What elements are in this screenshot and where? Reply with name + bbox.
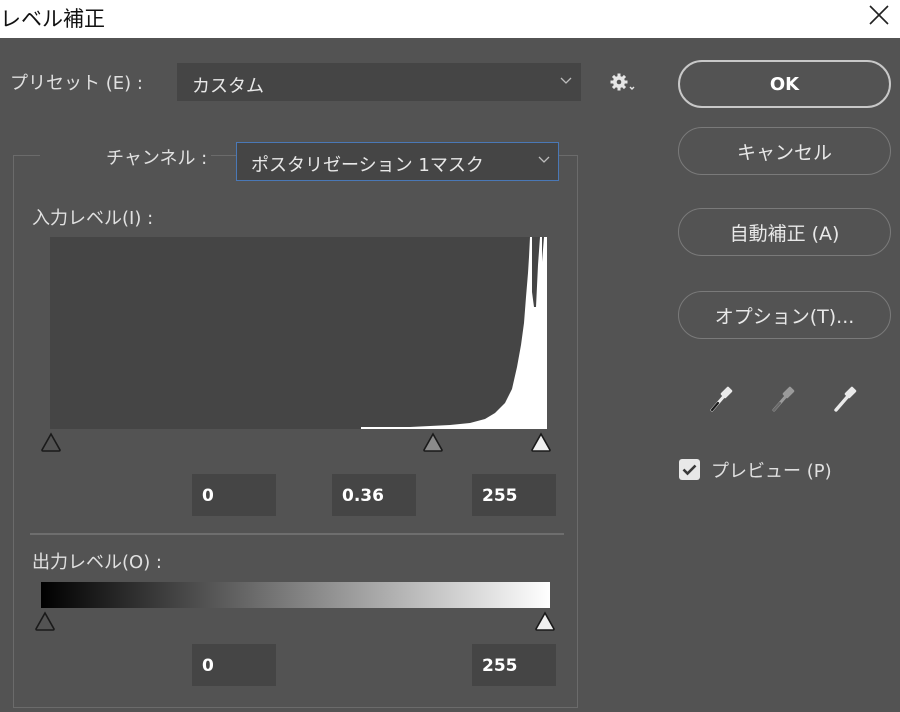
divider (30, 533, 564, 535)
input-gamma-field[interactable]: 0.36 (332, 474, 416, 516)
input-gamma-slider[interactable] (422, 432, 444, 453)
histogram (50, 237, 547, 429)
input-white-value: 255 (482, 486, 518, 506)
auto-button[interactable]: 自動補正 (A) (678, 208, 891, 256)
output-black-slider[interactable] (34, 611, 56, 632)
preset-label: プリセット (E) : (10, 73, 143, 94)
channel-value: ポスタリゼーション 1マスク (251, 155, 484, 176)
gear-icon[interactable] (609, 72, 637, 94)
title-bar: レベル補正 (0, 0, 900, 38)
output-levels-label: 出力レベル(O) : (32, 552, 162, 573)
chevron-down-icon (538, 156, 550, 163)
preview-label: プレビュー (P) (711, 461, 832, 482)
window-title: レベル補正 (0, 7, 105, 31)
chevron-down-icon (560, 77, 572, 84)
output-gradient (41, 582, 550, 608)
preset-value: カスタム (192, 76, 264, 97)
output-white-value: 255 (482, 656, 518, 676)
eyedropper-black-icon[interactable] (707, 381, 737, 415)
input-black-slider[interactable] (40, 432, 62, 453)
channel-select[interactable]: ポスタリゼーション 1マスク (236, 142, 559, 181)
ok-button[interactable]: OK (678, 60, 891, 108)
cancel-button[interactable]: キャンセル (678, 127, 891, 175)
eyedropper-gray-icon[interactable] (769, 381, 799, 415)
channel-label: チャンネル : (40, 144, 212, 170)
close-button[interactable] (864, 0, 894, 30)
input-black-value: 0 (202, 486, 214, 506)
eyedropper-white-icon[interactable] (831, 381, 861, 415)
checkmark-icon (682, 464, 697, 476)
output-white-field[interactable]: 255 (472, 644, 556, 686)
input-white-field[interactable]: 255 (472, 474, 556, 516)
preview-checkbox[interactable] (679, 459, 700, 480)
input-gamma-value: 0.36 (342, 486, 384, 506)
options-button[interactable]: オプション(T)... (678, 291, 891, 339)
input-white-slider[interactable] (530, 432, 552, 453)
output-black-value: 0 (202, 656, 214, 676)
preset-select[interactable]: カスタム (177, 63, 581, 101)
input-levels-label: 入力レベル(I) : (32, 208, 154, 229)
output-black-field[interactable]: 0 (192, 644, 276, 686)
input-black-field[interactable]: 0 (192, 474, 276, 516)
output-white-slider[interactable] (534, 611, 556, 632)
close-icon (869, 5, 889, 25)
